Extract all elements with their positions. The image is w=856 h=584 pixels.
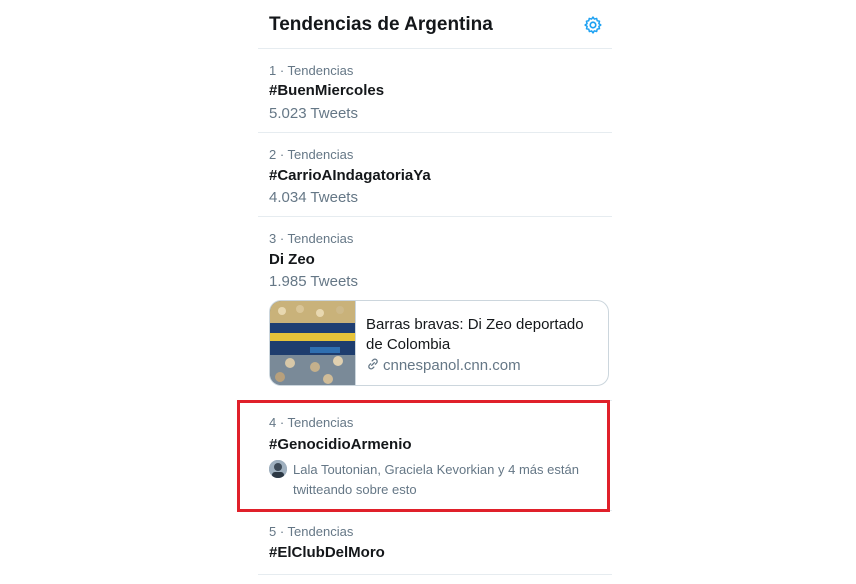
news-thumbnail (270, 301, 356, 385)
page-title: Tendencias de Argentina (269, 14, 493, 35)
trend-item-5[interactable]: 5 · Tendencias #ElClubDelMoro (258, 511, 612, 575)
trend-tweet-count: 5.023 Tweets (269, 105, 358, 122)
gear-icon[interactable] (583, 15, 603, 35)
trend-item-3[interactable]: 3 · Tendencias Di Zeo 1.985 Tweets Barra… (258, 217, 612, 401)
trend-tweet-count: 1.985 Tweets (269, 273, 358, 290)
trend-name: Di Zeo (269, 251, 315, 268)
highlight-box (237, 400, 610, 512)
trend-item-2[interactable]: 2 · Tendencias #CarrioAIndagatoriaYa 4.0… (258, 133, 612, 217)
trend-name: #BuenMiercoles (269, 82, 385, 99)
news-domain-text: cnnespanol.cnn.com (383, 357, 521, 374)
news-domain: cnnespanol.cnn.com (366, 357, 521, 374)
link-icon (368, 358, 378, 370)
news-headline: Barras bravas: Di Zeo deportado de Colom… (366, 316, 584, 353)
trend-meta: 2 · Tendencias (269, 147, 354, 162)
trend-meta: 3 · Tendencias (269, 231, 354, 246)
trend-name: #CarrioAIndagatoriaYa (269, 167, 431, 184)
trend-meta: 1 · Tendencias (269, 63, 354, 78)
trends-header: Tendencias de Argentina (258, 0, 612, 49)
trend-item-1[interactable]: 1 · Tendencias #BuenMiercoles 5.023 Twee… (258, 48, 612, 133)
trend-name: #ElClubDelMoro (269, 544, 385, 561)
trend-tweet-count: 4.034 Tweets (269, 189, 358, 206)
trend-meta: 5 · Tendencias (269, 524, 354, 539)
news-card[interactable]: Barras bravas: Di Zeo deportado de Colom… (269, 300, 609, 386)
